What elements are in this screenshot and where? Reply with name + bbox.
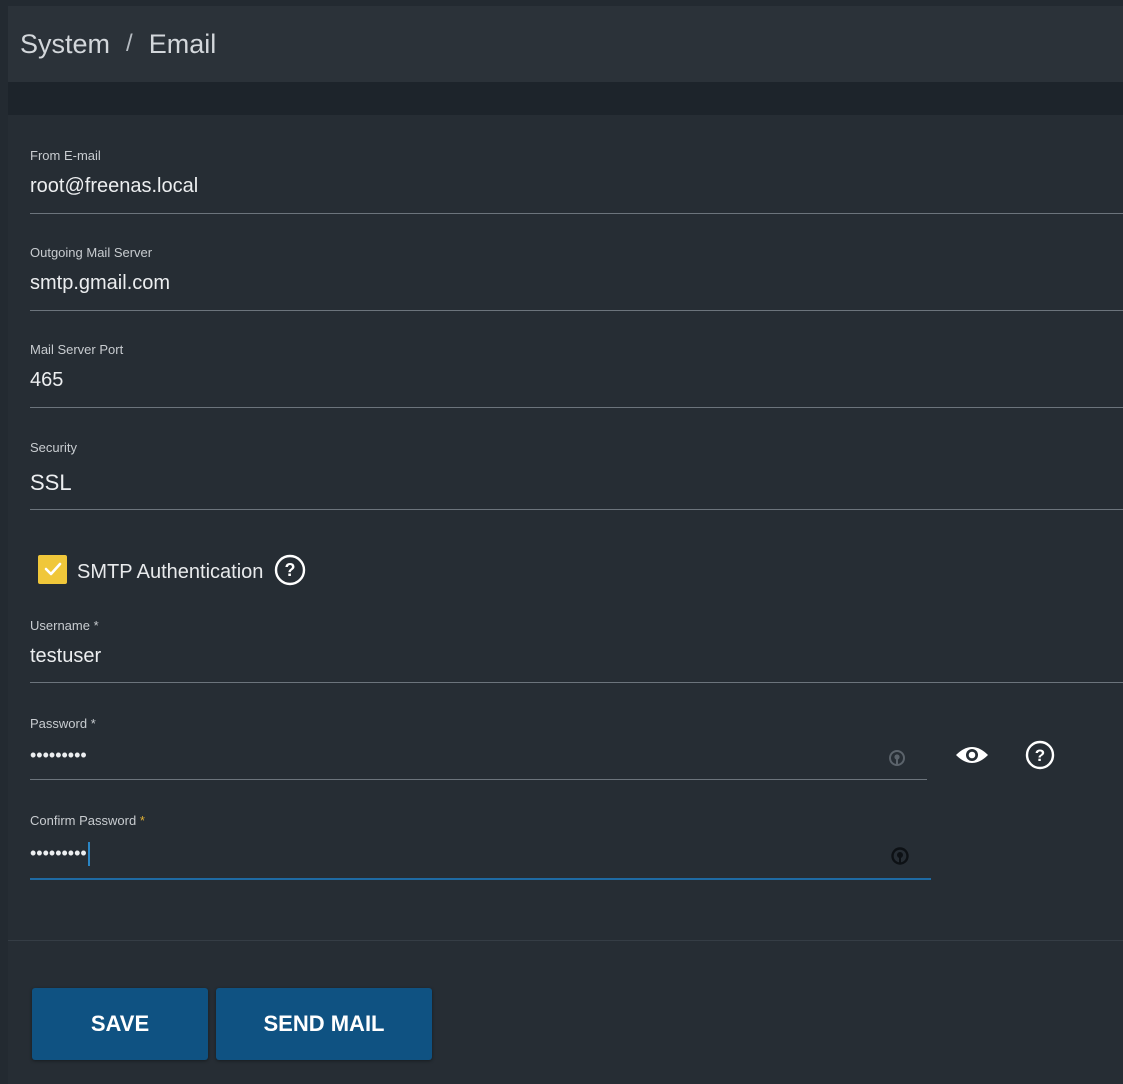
field-underline (30, 407, 1123, 408)
from-email-label: From E-mail (30, 148, 101, 163)
confirm-password-input[interactable]: ••••••••• (30, 842, 90, 866)
from-email-field[interactable]: From E-mail root@freenas.local (30, 145, 1123, 215)
field-underline (30, 213, 1123, 214)
mail-server-port-label: Mail Server Port (30, 342, 124, 357)
smtp-auth-checkbox[interactable] (38, 554, 67, 584)
password-input[interactable]: ••••••••• (30, 745, 87, 766)
save-button[interactable]: SAVE (32, 988, 208, 1060)
text-cursor (87, 842, 90, 866)
form-divider (8, 940, 1123, 941)
password-generator-icon[interactable] (888, 749, 906, 772)
security-label: Security (30, 440, 77, 455)
show-password-icon[interactable] (954, 743, 990, 772)
security-selected-value[interactable]: SSL (30, 470, 72, 496)
smtp-auth-label[interactable]: SMTP Authentication (77, 561, 263, 584)
field-underline (30, 682, 1123, 683)
required-asterisk: * (90, 716, 96, 731)
from-email-input[interactable]: root@freenas.local (30, 175, 198, 198)
svg-text:?: ? (1035, 746, 1045, 765)
breadcrumb-item-system[interactable]: System (20, 29, 110, 60)
confirm-password-label: Confirm Password * (30, 813, 145, 828)
email-form-card: From E-mail root@freenas.local Outgoing … (8, 115, 1123, 1084)
password-field[interactable]: Password * ••••••••• (30, 713, 927, 783)
help-icon[interactable]: ? (1024, 739, 1056, 776)
required-asterisk: * (139, 813, 145, 828)
field-underline (30, 509, 1123, 510)
outgoing-mail-server-input[interactable]: smtp.gmail.com (30, 272, 170, 295)
toolbar-strip (8, 82, 1123, 115)
smtp-auth-row: SMTP Authentication ? (38, 551, 307, 587)
field-underline (30, 779, 927, 780)
field-underline-focused (30, 878, 931, 880)
outgoing-mail-server-field[interactable]: Outgoing Mail Server smtp.gmail.com (30, 242, 1123, 312)
security-select[interactable]: Security SSL (30, 437, 1123, 511)
breadcrumb: System / Email (20, 29, 216, 60)
check-icon (44, 562, 61, 576)
field-underline (30, 310, 1123, 311)
page-header: System / Email (8, 6, 1123, 82)
outgoing-mail-server-label: Outgoing Mail Server (30, 245, 153, 260)
mail-server-port-input[interactable]: 465 (30, 369, 63, 392)
username-label: Username * (30, 618, 99, 633)
help-icon[interactable]: ? (273, 553, 307, 587)
breadcrumb-separator: / (126, 30, 133, 57)
password-label: Password * (30, 716, 96, 731)
mail-server-port-field[interactable]: Mail Server Port 465 (30, 339, 1123, 409)
username-input[interactable]: testuser (30, 645, 101, 668)
username-field[interactable]: Username * testuser (30, 615, 1123, 685)
svg-text:?: ? (285, 560, 296, 580)
required-asterisk: * (93, 618, 99, 633)
send-mail-button[interactable]: SEND MAIL (216, 988, 432, 1060)
password-generator-icon[interactable] (890, 846, 910, 871)
confirm-password-field[interactable]: Confirm Password * ••••••••• (30, 810, 931, 882)
breadcrumb-item-email: Email (148, 28, 217, 59)
